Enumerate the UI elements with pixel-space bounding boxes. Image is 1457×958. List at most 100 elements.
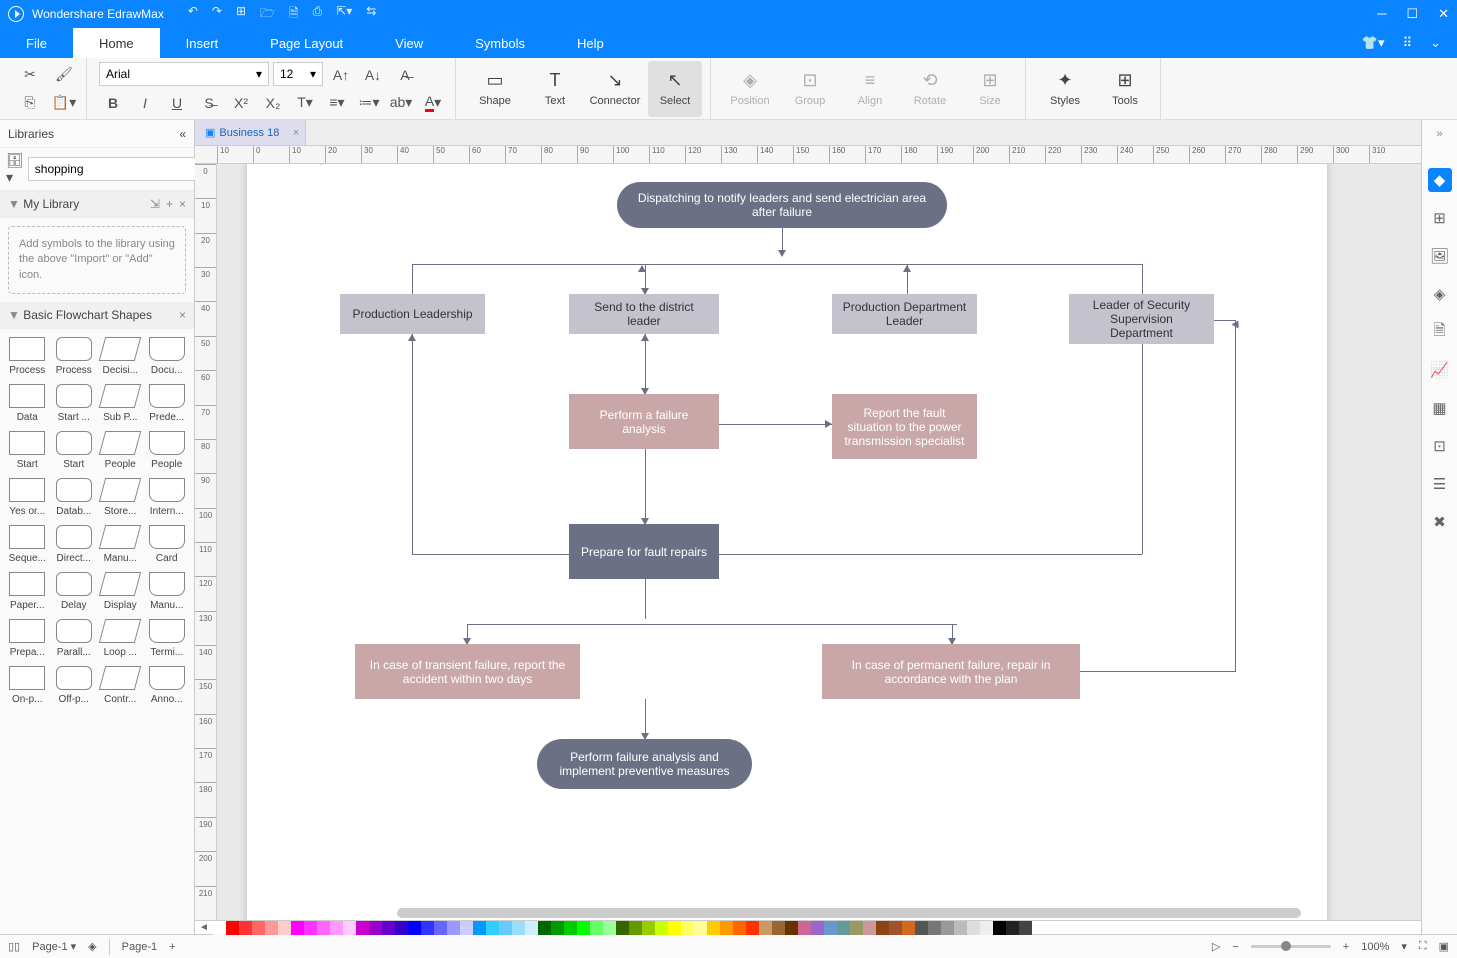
subscript-icon[interactable]: X₂ xyxy=(259,90,287,116)
color-swatch[interactable] xyxy=(863,921,876,935)
underline-icon[interactable]: U xyxy=(163,90,191,116)
library-icon[interactable]: 🗄▾ xyxy=(6,152,24,186)
collapse-libraries-icon[interactable]: « xyxy=(179,127,186,141)
color-swatch[interactable] xyxy=(265,921,278,935)
shrink-font-icon[interactable]: A↓ xyxy=(359,62,387,88)
node-report-fault[interactable]: Report the fault situation to the power … xyxy=(832,394,977,459)
color-swatch[interactable] xyxy=(629,921,642,935)
size-select[interactable]: 12▾ xyxy=(273,62,323,86)
collapse-ribbon-icon[interactable]: ⌄ xyxy=(1430,35,1441,51)
color-swatch[interactable] xyxy=(291,921,304,935)
color-swatch[interactable] xyxy=(421,921,434,935)
color-swatch[interactable] xyxy=(356,921,369,935)
color-swatch[interactable] xyxy=(928,921,941,935)
shape-item[interactable]: Decisi... xyxy=(97,333,144,380)
color-swatch[interactable] xyxy=(837,921,850,935)
color-swatch[interactable] xyxy=(226,921,239,935)
shape-item[interactable]: Anno... xyxy=(144,662,191,709)
case-icon[interactable]: T▾ xyxy=(291,90,319,116)
horizontal-scrollbar[interactable] xyxy=(397,908,1301,918)
color-swatch[interactable] xyxy=(304,921,317,935)
node-transient-failure[interactable]: In case of transient failure, report the… xyxy=(355,644,580,699)
grid-icon[interactable]: ⊞ xyxy=(1428,206,1452,230)
add-page-icon[interactable]: + xyxy=(169,941,175,953)
tools-button[interactable]: ⊞Tools xyxy=(1098,61,1152,117)
shape-item[interactable]: Direct... xyxy=(51,521,98,568)
zoom-out-icon[interactable]: − xyxy=(1232,941,1238,953)
shape-item[interactable]: Store... xyxy=(97,474,144,521)
shape-item[interactable]: Start xyxy=(51,427,98,474)
shape-item[interactable]: Contr... xyxy=(97,662,144,709)
chart-icon[interactable]: 📈 xyxy=(1428,358,1452,382)
color-swatch[interactable] xyxy=(577,921,590,935)
color-swatch[interactable] xyxy=(733,921,746,935)
fit-icon[interactable]: ⛶ xyxy=(1419,940,1427,953)
color-swatch[interactable] xyxy=(876,921,889,935)
node-permanent-failure[interactable]: In case of permanent failure, repair in … xyxy=(822,644,1080,699)
shape-item[interactable]: People xyxy=(97,427,144,474)
search-input[interactable] xyxy=(28,157,197,181)
expand-right-icon[interactable]: » xyxy=(1436,128,1442,154)
components-icon[interactable]: ⊡ xyxy=(1428,434,1452,458)
shape-item[interactable]: Termi... xyxy=(144,615,191,662)
print-icon[interactable]: ⎙ xyxy=(313,4,323,25)
color-swatch[interactable] xyxy=(1006,921,1019,935)
canvas[interactable]: Dispatching to notify leaders and send e… xyxy=(217,164,1421,920)
node-failure-analysis[interactable]: Perform a failure analysis xyxy=(569,394,719,449)
bold-icon[interactable]: B xyxy=(99,90,127,116)
color-swatch[interactable] xyxy=(408,921,421,935)
color-swatch[interactable] xyxy=(655,921,668,935)
color-swatch[interactable] xyxy=(252,921,265,935)
list-icon[interactable]: ☰ xyxy=(1428,472,1452,496)
shape-item[interactable]: Parall... xyxy=(51,615,98,662)
shape-item[interactable]: Sub P... xyxy=(97,380,144,427)
image-icon[interactable]: 🖼 xyxy=(1428,244,1452,268)
shape-item[interactable]: Yes or... xyxy=(4,474,51,521)
close-icon[interactable]: ✕ xyxy=(1438,6,1449,22)
import-icon[interactable]: ⇲ xyxy=(150,197,160,211)
my-library-label[interactable]: My Library xyxy=(23,197,79,211)
document-tab[interactable]: ▣ Business 18 × xyxy=(195,120,306,145)
color-swatch[interactable] xyxy=(642,921,655,935)
table-icon[interactable]: ▦ xyxy=(1428,396,1452,420)
bullets-icon[interactable]: ≔▾ xyxy=(355,90,383,116)
color-swatch[interactable] xyxy=(720,921,733,935)
basic-shapes-label[interactable]: Basic Flowchart Shapes xyxy=(23,308,152,322)
color-swatch[interactable] xyxy=(473,921,486,935)
zoom-level[interactable]: 100% xyxy=(1361,941,1389,953)
color-swatch[interactable] xyxy=(551,921,564,935)
color-swatch[interactable] xyxy=(668,921,681,935)
shape-item[interactable]: Off-p... xyxy=(51,662,98,709)
color-swatch[interactable] xyxy=(564,921,577,935)
shape-item[interactable]: Manu... xyxy=(97,521,144,568)
color-swatch[interactable] xyxy=(330,921,343,935)
new-icon[interactable]: ⊞ xyxy=(236,4,246,25)
shape-item[interactable]: Process xyxy=(51,333,98,380)
color-swatch[interactable] xyxy=(538,921,551,935)
minimize-icon[interactable]: ─ xyxy=(1377,6,1386,22)
node-production-leadership[interactable]: Production Leadership xyxy=(340,294,485,334)
layers-icon[interactable]: ◈ xyxy=(1428,282,1452,306)
color-swatch[interactable] xyxy=(447,921,460,935)
shape-item[interactable]: On-p... xyxy=(4,662,51,709)
color-swatch[interactable] xyxy=(772,921,785,935)
shape-item[interactable]: Prepa... xyxy=(4,615,51,662)
highlight-icon[interactable]: ab▾ xyxy=(387,90,415,116)
shape-item[interactable]: Display xyxy=(97,568,144,615)
fullscreen-icon[interactable]: ▣ xyxy=(1439,940,1449,953)
page-icon[interactable]: 🗎 xyxy=(1428,320,1452,344)
grow-font-icon[interactable]: A↑ xyxy=(327,62,355,88)
more-icon[interactable]: ⇆ xyxy=(366,4,376,25)
group-button[interactable]: ⊡Group xyxy=(783,61,837,117)
add-icon[interactable]: + xyxy=(166,197,173,211)
node-district-leader[interactable]: Send to the district leader xyxy=(569,294,719,334)
color-swatch[interactable] xyxy=(993,921,1006,935)
view-mode-icon[interactable]: ▯▯ xyxy=(8,940,20,953)
shape-item[interactable]: Data xyxy=(4,380,51,427)
color-swatch[interactable] xyxy=(681,921,694,935)
size-button[interactable]: ⊞Size xyxy=(963,61,1017,117)
rotate-button[interactable]: ⟲Rotate xyxy=(903,61,957,117)
node-security-dept[interactable]: Leader of Security Supervision Departmen… xyxy=(1069,294,1214,344)
color-swatch[interactable] xyxy=(486,921,499,935)
node-dispatch[interactable]: Dispatching to notify leaders and send e… xyxy=(617,182,947,228)
